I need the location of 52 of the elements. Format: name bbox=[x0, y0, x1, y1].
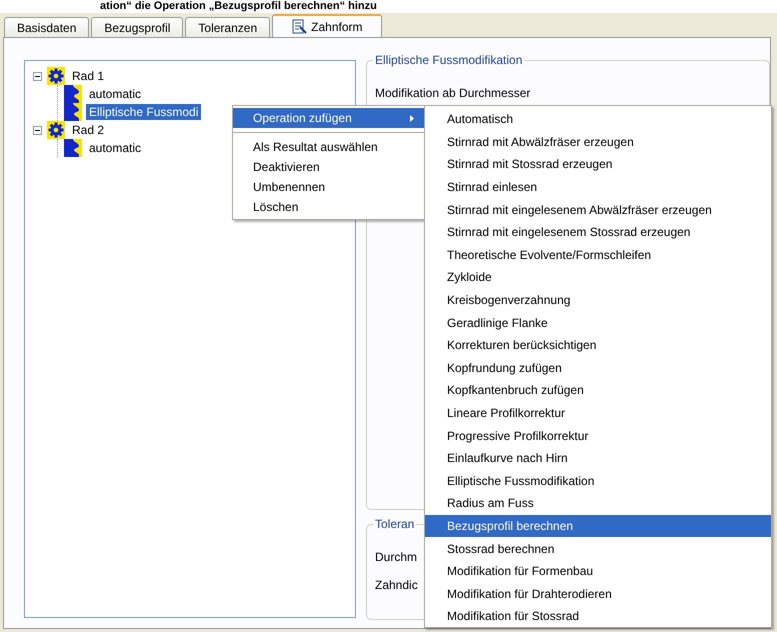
tree-item[interactable]: Elliptische Fussmodi bbox=[86, 104, 202, 120]
menu-item[interactable]: Stirnrad mit Stossrad erzeugen bbox=[425, 153, 771, 176]
tooth-profile-icon bbox=[64, 85, 82, 103]
menu-item[interactable]: Radius am Fuss bbox=[425, 492, 771, 515]
menu-item[interactable]: Lineare Profilkorrektur bbox=[425, 402, 771, 424]
tree-item[interactable]: Rad 2 bbox=[69, 122, 108, 138]
tooth-profile-icon bbox=[64, 103, 82, 121]
collapse-icon[interactable] bbox=[32, 126, 42, 134]
tab[interactable]: Basisdaten bbox=[4, 17, 90, 37]
menu-item[interactable]: Modifikation für Formenbau bbox=[425, 560, 771, 582]
menu-item[interactable]: Stossrad berechnen bbox=[425, 537, 771, 560]
menu-item[interactable]: Stirnrad einlesen bbox=[425, 176, 771, 198]
group-title: Elliptische Fussmodifikation bbox=[373, 53, 524, 67]
field-label: Zahndic bbox=[375, 577, 418, 594]
tab[interactable]: Bezugsprofil bbox=[91, 17, 184, 37]
menu-item[interactable]: Stirnrad mit eingelesenem Stossrad erzeugen bbox=[425, 220, 771, 244]
group-title: Toleran bbox=[373, 517, 416, 531]
field-label: Modifikation ab Durchmesser bbox=[375, 85, 530, 102]
tab[interactable]: Toleranzen bbox=[185, 17, 270, 37]
tree-item[interactable]: automatic bbox=[86, 140, 144, 156]
menu-item[interactable]: Elliptische Fussmodifikation bbox=[425, 470, 771, 492]
menu-item[interactable]: Theoretische Evolvente/Formschleifen bbox=[425, 244, 771, 266]
caption-text: ation“ die Operation „Bezugsprofil berechnen“ hinzu bbox=[100, 0, 377, 13]
menu-item[interactable]: Stirnrad mit Abwälzfräser erzeugen bbox=[425, 130, 771, 154]
menu-item[interactable]: Kopfrundung zufügen bbox=[425, 356, 771, 380]
collapse-icon[interactable] bbox=[32, 72, 42, 80]
menu-item[interactable]: Kopfkantenbruch zufügen bbox=[425, 379, 771, 402]
menu-item[interactable]: Geradlinige Flanke bbox=[425, 311, 771, 334]
tree-item[interactable]: Rad 1 bbox=[69, 68, 108, 84]
menu-item[interactable]: Modifikation für Stossrad bbox=[425, 605, 771, 628]
menu-item[interactable]: Operation zufügen bbox=[233, 108, 424, 128]
menu-item[interactable]: Deaktivieren bbox=[233, 157, 424, 177]
tooth-profile-icon bbox=[64, 139, 82, 157]
menu-item[interactable]: Kreisbogenverzahnung bbox=[425, 288, 771, 312]
menu-item[interactable]: Modifikation für Drahterodieren bbox=[425, 582, 771, 606]
menu-item[interactable]: Korrekturen berücksichtigen bbox=[425, 334, 771, 357]
field-label: Durchm bbox=[375, 549, 418, 566]
menu-item[interactable]: Als Resultat auswählen bbox=[233, 137, 424, 157]
document-icon bbox=[291, 18, 308, 34]
menu-item[interactable]: Zykloide bbox=[425, 266, 771, 289]
menu-item[interactable]: Automatisch bbox=[425, 108, 771, 131]
menu-item[interactable]: Einlaufkurve nach Hirn bbox=[425, 446, 771, 470]
gear-icon bbox=[47, 67, 65, 85]
gear-icon bbox=[47, 121, 65, 139]
menu-item[interactable]: Stirnrad mit eingelesenem Abwälzfräser erzeugen bbox=[425, 198, 771, 221]
menu-item[interactable]: Bezugsprofil berechnen bbox=[425, 514, 771, 538]
menu-item[interactable]: Löschen bbox=[233, 197, 424, 217]
tree-item[interactable]: automatic bbox=[86, 86, 144, 102]
menu-item[interactable]: Umbenennen bbox=[233, 177, 424, 197]
submenu-arrow-icon bbox=[410, 114, 414, 122]
tab[interactable]: Zahnform bbox=[272, 14, 382, 37]
menu-item[interactable]: Progressive Profilkorrektur bbox=[425, 424, 771, 447]
